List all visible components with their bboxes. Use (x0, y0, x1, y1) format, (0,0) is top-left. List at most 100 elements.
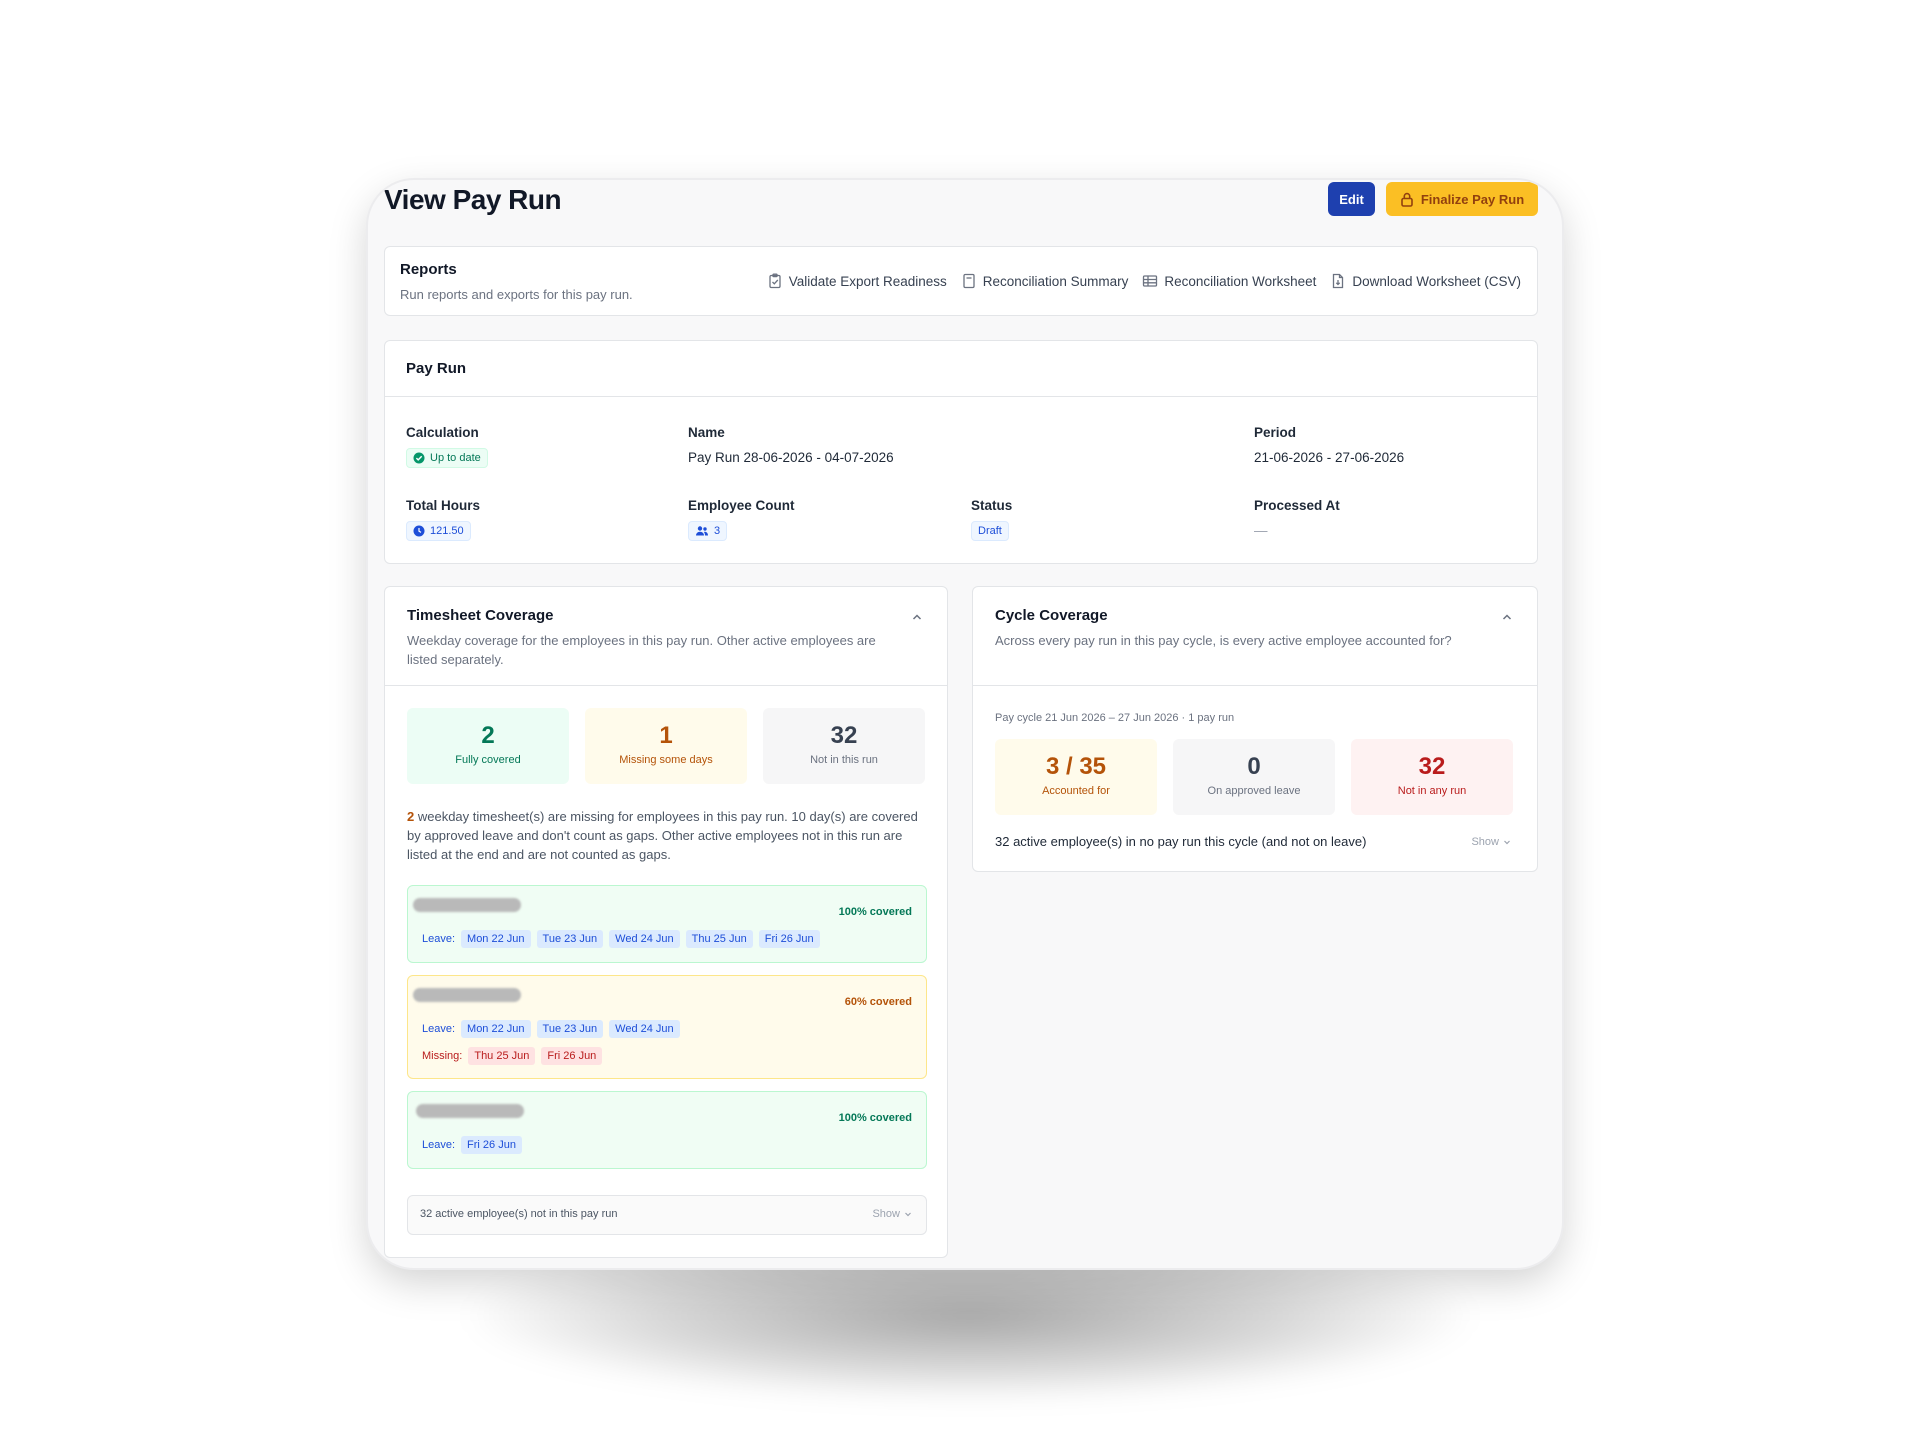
leave-day-chip: Thu 25 Jun (685, 930, 753, 948)
leave-days: Leave: Mon 22 Jun Tue 23 Jun Wed 24 Jun … (422, 930, 820, 948)
reconciliation-worksheet-link[interactable]: Reconciliation Worksheet (1142, 273, 1316, 289)
stat-value: 2 (481, 722, 495, 749)
leave-day-chip: Mon 22 Jun (461, 930, 531, 948)
cycle-coverage-description: Across every pay run in this pay cycle, … (995, 633, 1452, 648)
period-field: Period 21-06-2026 - 27-06-2026 (1254, 425, 1404, 465)
timesheet-coverage-card: Timesheet Coverage Weekday coverage for … (384, 586, 948, 1258)
reconciliation-summary-link[interactable]: Reconciliation Summary (961, 273, 1129, 289)
table-icon (1143, 275, 1158, 287)
employee-coverage-row[interactable]: 100% covered Leave: Mon 22 Jun Tue 23 Ju… (407, 885, 927, 963)
leave-days: Leave: Fri 26 Jun (422, 1136, 522, 1154)
calculation-value: Up to date (430, 452, 481, 464)
validate-export-readiness-link[interactable]: Validate Export Readiness (767, 273, 947, 289)
calculation-label: Calculation (406, 425, 479, 440)
leave-day-chip: Wed 24 Jun (609, 1020, 680, 1038)
redacted-employee-name (413, 988, 521, 1002)
unaccounted-employees-text: 32 active employee(s) in no pay run this… (995, 834, 1367, 849)
stat-caption: Fully covered (455, 754, 521, 766)
total-hours-label: Total Hours (406, 498, 480, 513)
coverage-note-text: weekday timesheet(s) are missing for emp… (407, 809, 918, 862)
coverage-percent: 100% covered (838, 1112, 912, 1124)
other-employees-text: 32 active employee(s) not in this pay ru… (420, 1208, 618, 1220)
leave-label: Leave: (422, 1023, 456, 1035)
leave-days: Leave: Mon 22 Jun Tue 23 Jun Wed 24 Jun (422, 1020, 680, 1038)
stat-caption: Accounted for (1042, 785, 1110, 797)
other-employees-row[interactable]: 32 active employee(s) not in this pay ru… (407, 1195, 927, 1235)
total-hours-field: Total Hours 121.50 (406, 498, 480, 542)
employee-count-label: Employee Count (688, 498, 795, 513)
finalize-label: Finalize Pay Run (1420, 191, 1525, 207)
name-label: Name (688, 425, 725, 440)
processed-at-value: — (1254, 523, 1268, 538)
stat-fully-covered: 2 Fully covered (407, 708, 569, 784)
app-window: View Pay Run Edit Finalize Pay Run Repor… (368, 180, 1562, 1268)
finalize-pay-run-button[interactable]: Finalize Pay Run (1386, 182, 1538, 216)
employee-count-badge: 3 (688, 521, 728, 541)
validate-export-readiness-label: Validate Export Readiness (788, 273, 947, 289)
stat-caption: Not in this run (810, 754, 878, 766)
show-toggle[interactable]: Show (1471, 836, 1511, 848)
stat-value: 0 (1247, 753, 1261, 780)
chevron-down-icon (905, 1212, 911, 1217)
total-hours-badge: 121.50 (406, 521, 471, 541)
leave-day-chip: Tue 23 Jun (536, 1020, 604, 1038)
stat-not-in-any-run: 32 Not in any run (1351, 739, 1513, 815)
show-label: Show (1471, 836, 1499, 848)
missing-day-chip: Fri 26 Jun (541, 1047, 603, 1065)
stat-missing-some-days: 1 Missing some days (585, 708, 747, 784)
chevron-down-icon (1504, 840, 1510, 845)
chevron-up-icon[interactable] (1501, 611, 1513, 623)
document-icon (963, 273, 975, 289)
missing-label: Missing: (422, 1050, 463, 1062)
employee-coverage-row[interactable]: 60% covered Leave: Mon 22 Jun Tue 23 Jun… (407, 975, 927, 1079)
pay-run-title: Pay Run (385, 341, 1537, 397)
leave-day-chip: Fri 26 Jun (461, 1136, 522, 1154)
employee-count-field: Employee Count 3 (688, 498, 795, 542)
stat-caption: On approved leave (1207, 785, 1301, 797)
redacted-employee-name (416, 1104, 524, 1118)
timesheet-coverage-header[interactable]: Timesheet Coverage Weekday coverage for … (385, 587, 947, 686)
period-value: 21-06-2026 - 27-06-2026 (1254, 450, 1405, 465)
reconciliation-worksheet-label: Reconciliation Worksheet (1164, 273, 1317, 289)
stat-value: 32 (1418, 753, 1446, 780)
total-hours-value: 121.50 (430, 525, 464, 537)
leave-label: Leave: (422, 1139, 456, 1151)
clipboard-check-icon (769, 273, 781, 289)
processed-at-label: Processed At (1254, 498, 1340, 513)
employee-coverage-row[interactable]: 100% covered Leave: Fri 26 Jun (407, 1091, 927, 1169)
reports-title: Reports (400, 261, 457, 278)
cycle-coverage-header[interactable]: Cycle Coverage Across every pay run in t… (973, 587, 1537, 686)
users-icon (696, 526, 708, 536)
coverage-percent: 100% covered (838, 906, 912, 918)
check-circle-icon (413, 452, 425, 464)
status-badge: Draft (971, 521, 1009, 541)
stat-caption: Missing some days (619, 754, 713, 766)
pay-run-card: Pay Run Calculation Up to date Name Pay … (384, 340, 1538, 564)
processed-at-field: Processed At — (1254, 498, 1340, 538)
stat-not-in-this-run: 32 Not in this run (763, 708, 925, 784)
leave-day-chip: Fri 26 Jun (758, 930, 820, 948)
edit-button[interactable]: Edit (1328, 182, 1375, 216)
cycle-coverage-title: Cycle Coverage (995, 607, 1108, 624)
calculation-badge: Up to date (406, 448, 488, 468)
reports-card: Reports Run reports and exports for this… (384, 246, 1538, 316)
cycle-coverage-card: Cycle Coverage Across every pay run in t… (972, 586, 1538, 872)
leave-day-chip: Wed 24 Jun (609, 930, 680, 948)
status-label: Status (971, 498, 1013, 513)
pay-cycle-meta: Pay cycle 21 Jun 2026 – 27 Jun 2026 · 1 … (995, 712, 1235, 724)
timesheet-coverage-title: Timesheet Coverage (407, 607, 554, 624)
reports-subtitle: Run reports and exports for this pay run… (400, 287, 633, 302)
stat-value: 1 (659, 722, 673, 749)
redacted-employee-name (413, 898, 521, 912)
chevron-up-icon[interactable] (911, 611, 923, 623)
leave-day-chip: Tue 23 Jun (536, 930, 604, 948)
stat-value: 32 (830, 722, 858, 749)
download-worksheet-csv-link[interactable]: Download Worksheet (CSV) (1330, 273, 1521, 289)
report-links: Validate Export Readiness Reconciliation… (767, 273, 1521, 289)
timesheet-coverage-description: Weekday coverage for the employees in th… (407, 633, 876, 667)
show-toggle[interactable]: Show (872, 1208, 912, 1220)
stat-caption: Not in any run (1397, 785, 1467, 797)
reconciliation-summary-label: Reconciliation Summary (982, 273, 1129, 289)
stat-on-approved-leave: 0 On approved leave (1173, 739, 1335, 815)
calculation-field: Calculation Up to date (406, 425, 488, 469)
